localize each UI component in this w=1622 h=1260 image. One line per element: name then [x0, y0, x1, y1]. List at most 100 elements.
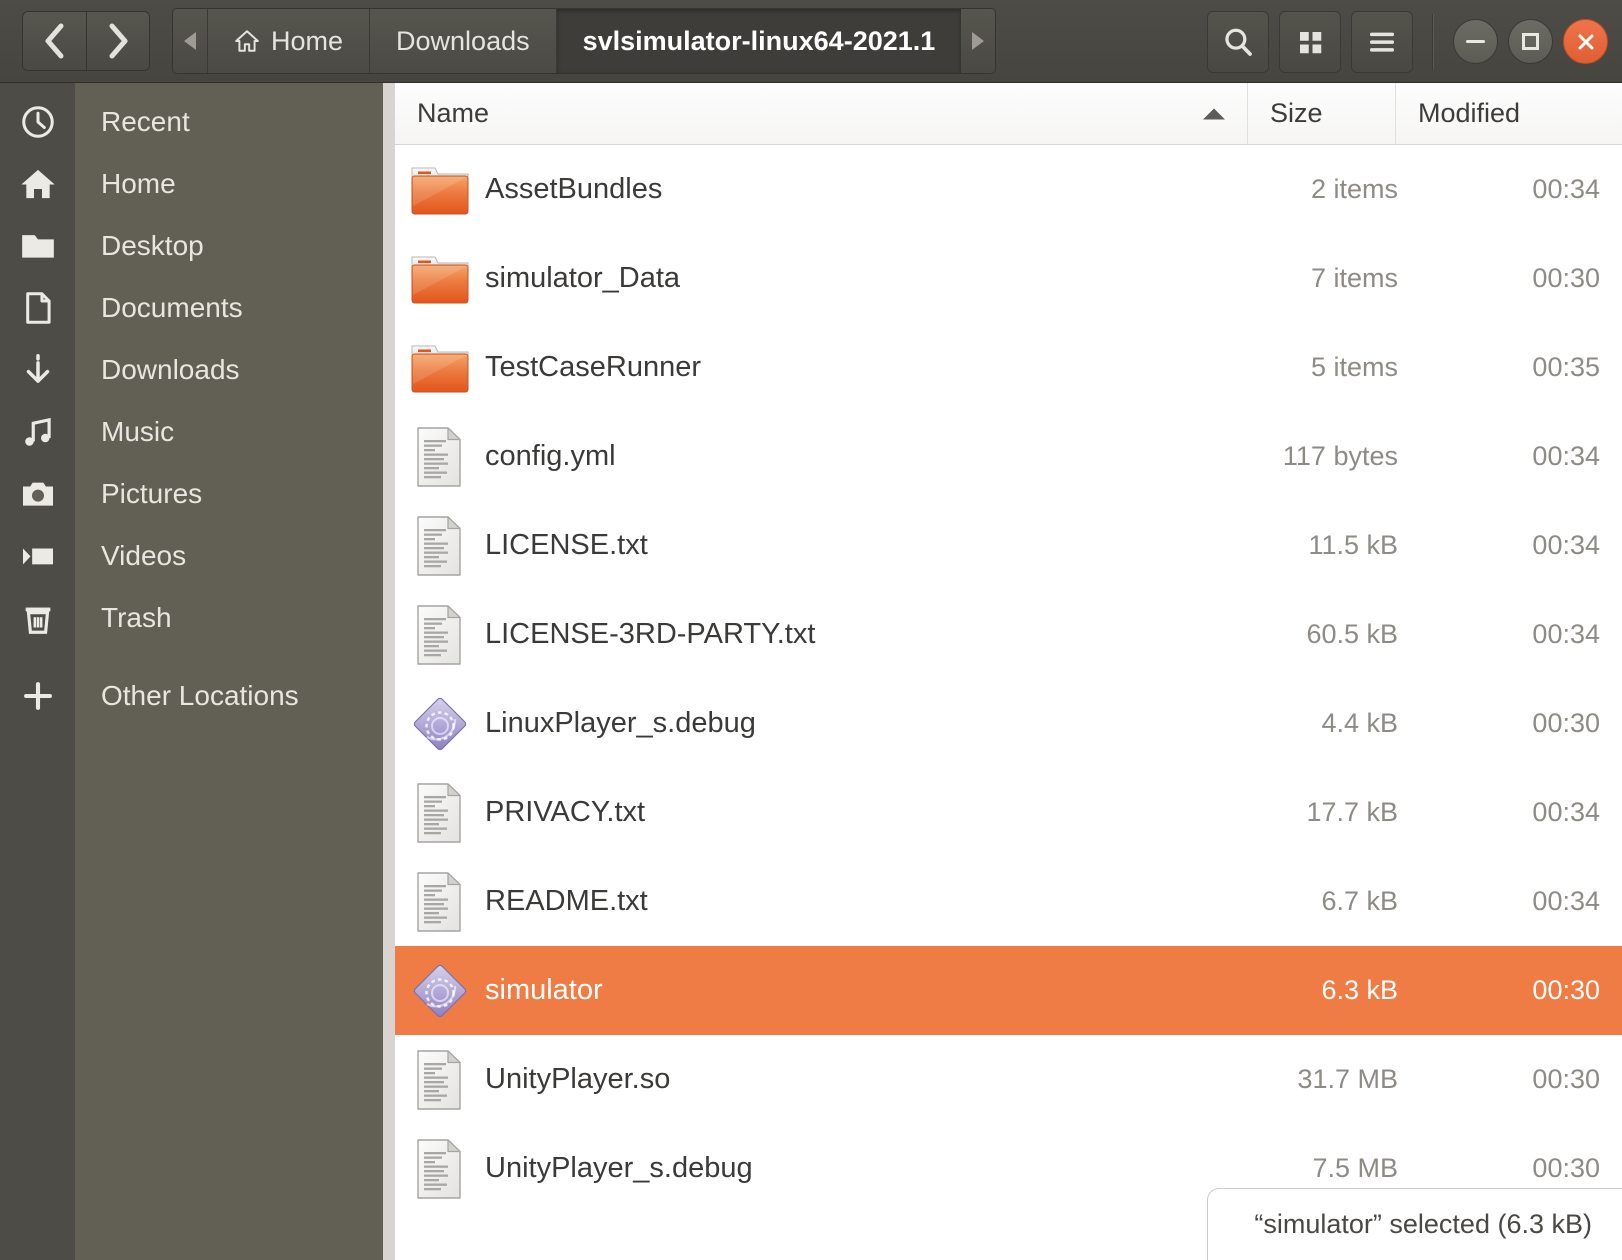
- sidebar-item-desktop-label: Desktop: [101, 230, 204, 261]
- header-tools: [1207, 0, 1608, 83]
- file-name: config.yml: [485, 440, 616, 472]
- table-row[interactable]: README.txt 6.7 kB 00:34: [395, 857, 1622, 946]
- table-row[interactable]: LICENSE-3RD-PARTY.txt 60.5 kB 00:34: [395, 590, 1622, 679]
- breadcrumb-home-label: Home: [271, 25, 344, 56]
- column-header-modified-label: Modified: [1418, 98, 1521, 128]
- music-icon: [0, 401, 75, 463]
- table-row[interactable]: LinuxPlayer_s.debug 4.4 kB 00:30: [395, 679, 1622, 768]
- table-row[interactable]: TestCaseRunner 5 items 00:35: [395, 323, 1622, 412]
- sidebar-item-downloads-label: Downloads: [101, 354, 240, 385]
- minimize-window-button[interactable]: [1453, 19, 1498, 64]
- sidebar-item-desktop[interactable]: Desktop: [0, 215, 383, 277]
- file-icon-cell: [395, 960, 485, 1022]
- file-modified: 00:30: [1532, 975, 1600, 1005]
- hamburger-menu-icon: [1370, 32, 1394, 52]
- executable-icon: [413, 964, 467, 1017]
- sidebar-places-list: Recent Home Desktop Documents Downloads …: [0, 83, 383, 727]
- file-icon-cell: [395, 514, 485, 578]
- header-bar: Home Downloads svlsimulator-linux64-2021…: [0, 0, 1622, 83]
- list-left-gutter: [383, 83, 395, 1260]
- sort-ascending-icon: [1203, 108, 1225, 119]
- file-size: 5 items: [1310, 352, 1398, 382]
- maximize-window-button[interactable]: [1508, 19, 1553, 64]
- minus-icon: [1466, 40, 1485, 43]
- main-menu-button[interactable]: [1351, 10, 1413, 73]
- search-button[interactable]: [1207, 10, 1269, 73]
- sidebar-item-documents[interactable]: Documents: [0, 277, 383, 339]
- path-scroll-right-button[interactable]: [961, 9, 996, 73]
- file-icon-cell: [395, 162, 485, 218]
- breadcrumb-current-label: svlsimulator-linux64-2021.1: [582, 25, 936, 56]
- sidebar-item-videos-label: Videos: [101, 540, 187, 571]
- text-file-icon: [417, 604, 461, 665]
- file-icon-cell: [395, 781, 485, 845]
- sidebar-item-trash[interactable]: Trash: [0, 587, 383, 649]
- close-window-button[interactable]: [1563, 19, 1608, 64]
- file-icon-cell: [395, 603, 485, 667]
- file-name: AssetBundles: [485, 173, 663, 205]
- file-name: README.txt: [485, 885, 648, 917]
- file-list-panel: Name Size Modified AssetBundles 2 items 00…: [383, 83, 1622, 1260]
- breadcrumb-downloads-label: Downloads: [396, 25, 530, 56]
- sidebar-item-other-locations-label: Other Locations: [101, 680, 299, 711]
- folder-icon: [0, 215, 75, 277]
- plus-icon: [0, 665, 75, 727]
- file-modified: 00:30: [1532, 1064, 1600, 1094]
- table-row[interactable]: LICENSE.txt 11.5 kB 00:34: [395, 501, 1622, 590]
- path-scroll-left-button[interactable]: [173, 9, 207, 73]
- sidebar-item-downloads[interactable]: Downloads: [0, 339, 383, 401]
- file-modified: 00:34: [1532, 174, 1600, 204]
- column-header-size-label: Size: [1270, 98, 1323, 128]
- status-bar-text: “simulator” selected (6.3 kB): [1254, 1209, 1592, 1239]
- path-breadcrumb-bar: Home Downloads svlsimulator-linux64-2021…: [172, 8, 997, 74]
- sidebar-item-recent-label: Recent: [101, 106, 190, 137]
- sidebar-item-documents-label: Documents: [101, 292, 243, 323]
- square-icon: [1522, 33, 1539, 50]
- column-header-name[interactable]: Name: [395, 83, 1248, 144]
- file-icon-cell: [395, 693, 485, 755]
- table-row[interactable]: config.yml 117 bytes 00:34: [395, 412, 1622, 501]
- column-header-size[interactable]: Size: [1248, 83, 1396, 144]
- table-row[interactable]: AssetBundles 2 items 00:34: [395, 145, 1622, 234]
- status-bar: “simulator” selected (6.3 kB): [1207, 1188, 1622, 1260]
- sidebar-item-music[interactable]: Music: [0, 401, 383, 463]
- triangle-right-icon: [972, 32, 985, 50]
- file-modified: 00:30: [1532, 263, 1600, 293]
- file-icon-cell: [395, 251, 485, 307]
- breadcrumb-downloads[interactable]: Downloads: [369, 9, 556, 73]
- breadcrumb-home[interactable]: Home: [207, 9, 370, 73]
- sidebar-item-recent[interactable]: Recent: [0, 91, 383, 153]
- breadcrumb-current-folder[interactable]: svlsimulator-linux64-2021.1: [555, 9, 962, 73]
- text-file-icon: [417, 515, 461, 576]
- file-icon-cell: [395, 1048, 485, 1112]
- table-row[interactable]: UnityPlayer.so 31.7 MB 00:30: [395, 1035, 1622, 1124]
- sidebar-item-other-locations[interactable]: Other Locations: [0, 665, 383, 727]
- sidebar-item-home-label: Home: [101, 168, 176, 199]
- file-name: simulator: [485, 974, 603, 1006]
- file-icon-cell: [395, 340, 485, 396]
- file-modified: 00:34: [1532, 441, 1600, 471]
- table-row[interactable]: simulator 6.3 kB 00:30: [395, 946, 1622, 1035]
- file-name: simulator_Data: [485, 262, 681, 294]
- back-button[interactable]: [23, 12, 86, 70]
- sidebar-item-home[interactable]: Home: [0, 153, 383, 215]
- view-grid-button[interactable]: [1279, 10, 1341, 73]
- file-icon-cell: [395, 425, 485, 489]
- file-size: 4.4 kB: [1321, 708, 1398, 738]
- search-icon: [1225, 28, 1252, 56]
- file-modified: 00:34: [1532, 886, 1600, 916]
- forward-button[interactable]: [86, 12, 149, 70]
- document-icon: [0, 277, 75, 339]
- text-file-icon: [417, 782, 461, 843]
- file-size: 6.7 kB: [1321, 886, 1398, 916]
- sidebar-item-videos[interactable]: Videos: [0, 525, 383, 587]
- table-row[interactable]: simulator_Data 7 items 00:30: [395, 234, 1622, 323]
- sidebar-item-pictures[interactable]: Pictures: [0, 463, 383, 525]
- column-header-modified[interactable]: Modified: [1396, 83, 1622, 144]
- file-name: LinuxPlayer_s.debug: [485, 707, 756, 739]
- file-icon-cell: [395, 1137, 485, 1201]
- table-row[interactable]: PRIVACY.txt 17.7 kB 00:34: [395, 768, 1622, 857]
- file-modified: 00:30: [1532, 708, 1600, 738]
- file-size: 7 items: [1310, 263, 1398, 293]
